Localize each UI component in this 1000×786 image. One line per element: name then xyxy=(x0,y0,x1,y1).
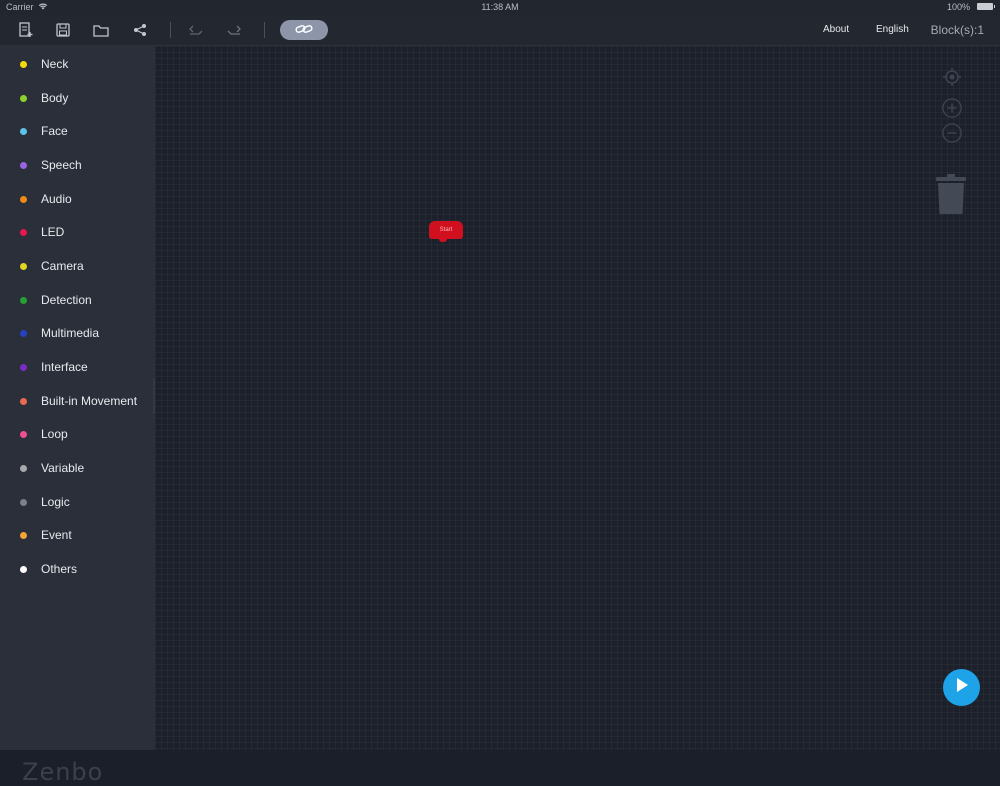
trash-icon[interactable] xyxy=(936,174,966,214)
category-dot xyxy=(20,94,27,102)
category-label: Speech xyxy=(41,158,82,172)
workspace-canvas[interactable]: Start xyxy=(155,46,1000,750)
category-body[interactable]: Body xyxy=(0,86,155,110)
clock: 11:38 AM xyxy=(481,2,519,12)
category-logic[interactable]: Logic xyxy=(0,490,155,514)
battery-percent: 100% xyxy=(946,2,970,12)
category-label: Face xyxy=(41,124,68,138)
link-toggle-button[interactable] xyxy=(280,20,328,40)
category-dot xyxy=(20,60,27,68)
category-multimedia[interactable]: Multimedia xyxy=(0,321,155,345)
category-label: Body xyxy=(41,91,69,105)
category-label: Variable xyxy=(41,461,85,475)
language-selector[interactable]: English xyxy=(876,24,909,35)
category-dot xyxy=(20,161,27,169)
about-link[interactable]: About xyxy=(823,24,849,35)
category-sidebar: Neck Body Face Speech Audio LED Camera D… xyxy=(0,46,155,786)
category-label: Others xyxy=(41,562,78,576)
category-detection[interactable]: Detection xyxy=(0,288,155,312)
category-neck[interactable]: Neck xyxy=(0,52,155,76)
category-led[interactable]: LED xyxy=(0,220,155,244)
zenbo-logo: Zenbo xyxy=(22,758,104,786)
play-icon xyxy=(955,677,969,698)
category-label: Audio xyxy=(41,192,72,206)
category-event[interactable]: Event xyxy=(0,523,155,547)
category-dot xyxy=(20,262,27,270)
category-label: Built-in Movement xyxy=(41,394,138,408)
toolbar-divider xyxy=(170,22,171,38)
category-audio[interactable]: Audio xyxy=(0,187,155,211)
zoom-in-icon[interactable] xyxy=(942,98,962,118)
start-block[interactable]: Start xyxy=(429,221,463,242)
toolbar: About English Block(s):1 xyxy=(0,15,1000,46)
category-face[interactable]: Face xyxy=(0,119,155,143)
link-icon xyxy=(295,21,313,39)
category-loop[interactable]: Loop xyxy=(0,422,155,446)
recenter-icon[interactable] xyxy=(942,67,962,87)
save-icon[interactable] xyxy=(54,21,72,39)
category-label: Multimedia xyxy=(41,326,100,340)
category-label: Loop xyxy=(41,427,68,441)
new-file-icon[interactable] xyxy=(17,21,35,39)
category-dot xyxy=(20,329,27,337)
zoom-out-icon[interactable] xyxy=(942,123,962,143)
category-dot xyxy=(20,464,27,472)
category-speech[interactable]: Speech xyxy=(0,153,155,177)
category-dot xyxy=(20,127,27,135)
share-icon[interactable] xyxy=(131,21,149,39)
block-count: Block(s):1 xyxy=(930,23,984,37)
category-variable[interactable]: Variable xyxy=(0,456,155,480)
category-label: Neck xyxy=(41,57,69,71)
category-dot xyxy=(20,397,27,405)
category-label: Detection xyxy=(41,293,92,307)
category-label: LED xyxy=(41,225,65,239)
category-dot xyxy=(20,195,27,203)
category-dot xyxy=(20,430,27,438)
category-dot xyxy=(20,565,27,573)
category-built-in-movement[interactable]: Built-in Movement xyxy=(0,389,155,413)
category-dot xyxy=(20,531,27,539)
status-bar: Carrier 11:38 AM 100% xyxy=(0,0,1000,15)
toolbar-divider xyxy=(264,22,265,38)
open-folder-icon[interactable] xyxy=(92,21,110,39)
category-interface[interactable]: Interface xyxy=(0,355,155,379)
undo-icon[interactable] xyxy=(187,21,205,39)
battery-icon xyxy=(977,3,995,10)
category-dot xyxy=(20,228,27,236)
redo-icon[interactable] xyxy=(225,21,243,39)
category-label: Camera xyxy=(41,259,84,273)
run-button[interactable] xyxy=(943,669,980,706)
category-dot xyxy=(20,363,27,371)
category-dot xyxy=(20,498,27,506)
category-camera[interactable]: Camera xyxy=(0,254,155,278)
category-label: Logic xyxy=(41,495,70,509)
category-dot xyxy=(20,296,27,304)
category-label: Event xyxy=(41,528,72,542)
category-label: Interface xyxy=(41,360,88,374)
category-others[interactable]: Others xyxy=(0,557,155,581)
